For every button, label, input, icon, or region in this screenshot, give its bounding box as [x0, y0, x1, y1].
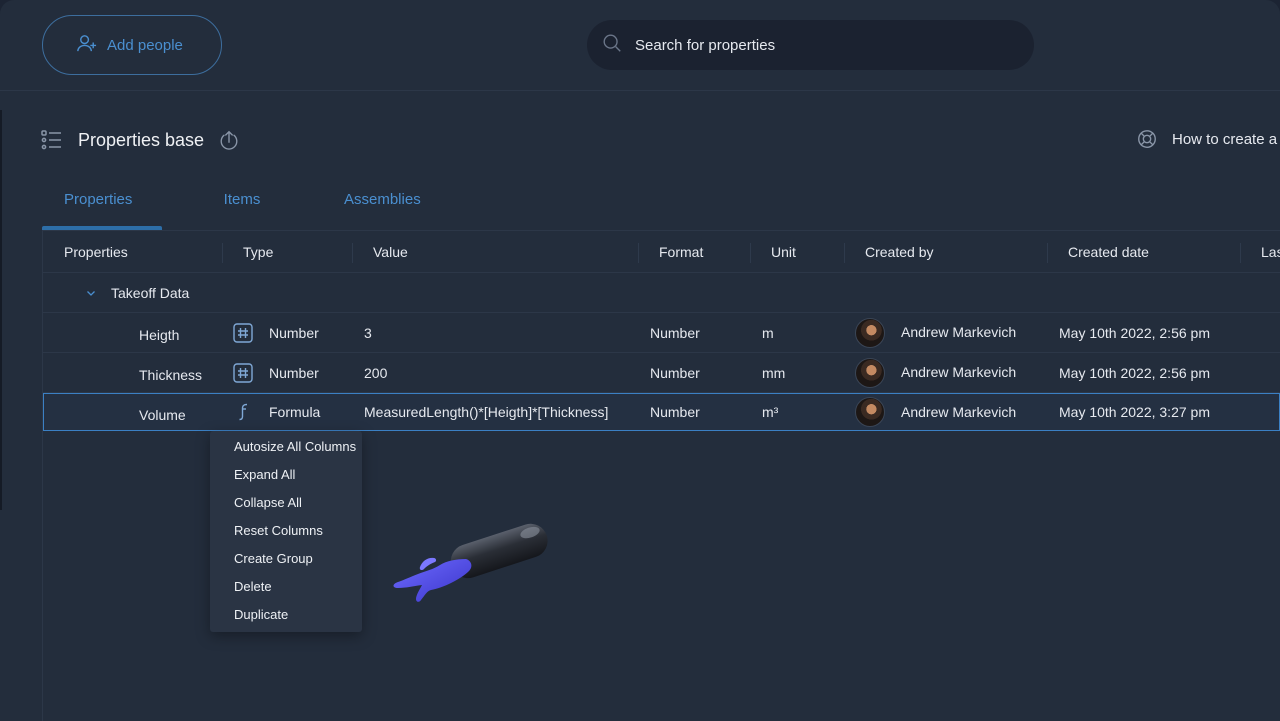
created-date: May 10th 2022, 2:56 pm — [1059, 325, 1210, 341]
table-header: Properties Type Value Format Unit Create… — [43, 231, 1280, 273]
property-value[interactable]: 3 — [364, 313, 372, 353]
property-value[interactable]: MeasuredLength()*[Heigth]*[Thickness] — [364, 392, 608, 432]
pointing-hand-cursor-icon — [393, 523, 548, 602]
tab-items[interactable]: Items — [162, 176, 322, 230]
property-format: Number — [650, 325, 700, 341]
column-separator[interactable] — [1047, 243, 1048, 263]
table-row-selected[interactable]: Volume Formula MeasuredLength()*[Heigth]… — [43, 393, 1280, 431]
add-people-button[interactable]: Add people — [42, 15, 222, 75]
avatar — [855, 358, 885, 388]
table-row[interactable]: Thickness Number 200 Number mm Andrew Ma… — [43, 353, 1280, 393]
column-separator[interactable] — [352, 243, 353, 263]
created-by: Andrew Markevich — [901, 364, 1017, 380]
tab-label: Items — [223, 191, 261, 208]
help-link-label: How to create a — [1172, 130, 1278, 148]
menu-item-create-group[interactable]: Create Group — [210, 545, 362, 573]
search-icon — [601, 32, 623, 59]
app-window: Add people Properties base — [0, 0, 1280, 721]
property-type: Number — [269, 325, 319, 341]
upload-icon[interactable] — [218, 129, 240, 151]
property-format: Number — [650, 365, 700, 381]
property-value[interactable]: 200 — [364, 353, 387, 393]
column-header-format[interactable]: Format — [659, 231, 703, 273]
column-separator[interactable] — [1240, 243, 1241, 263]
tab-bar: Properties Items Assemblies — [42, 176, 443, 230]
menu-item-delete[interactable]: Delete — [210, 573, 362, 601]
search-bar[interactable] — [587, 20, 1034, 70]
created-date: May 10th 2022, 3:27 pm — [1059, 404, 1210, 420]
group-label: Takeoff Data — [111, 284, 190, 301]
add-people-label: Add people — [107, 36, 183, 54]
add-user-icon — [75, 32, 98, 59]
avatar — [855, 397, 885, 427]
chevron-down-icon[interactable] — [85, 287, 97, 299]
property-unit: m — [762, 325, 774, 341]
search-input[interactable] — [635, 36, 995, 54]
list-icon — [41, 130, 61, 150]
menu-item-duplicate[interactable]: Duplicate — [210, 601, 362, 629]
lifebuoy-icon — [1138, 130, 1156, 148]
created-date: May 10th 2022, 2:56 pm — [1059, 365, 1210, 381]
menu-item-collapse-all[interactable]: Collapse All — [210, 489, 362, 517]
context-menu: Autosize All Columns Expand All Collapse… — [210, 431, 362, 632]
property-name: Thickness — [139, 367, 203, 383]
column-header-created-by[interactable]: Created by — [865, 231, 933, 273]
help-link[interactable]: How to create a — [1136, 128, 1277, 150]
created-by: Andrew Markevich — [901, 324, 1017, 340]
column-separator[interactable] — [844, 243, 845, 263]
column-header-created-date[interactable]: Created date — [1068, 231, 1149, 273]
tab-label: Properties — [64, 191, 133, 208]
property-unit: mm — [762, 365, 786, 381]
column-separator[interactable] — [638, 243, 639, 263]
hash-icon — [233, 363, 253, 383]
column-header-properties[interactable]: Properties — [64, 231, 128, 273]
property-type: Number — [269, 365, 319, 381]
property-name: Volume — [139, 407, 186, 423]
property-unit: m³ — [762, 404, 779, 420]
page-title: Properties base — [78, 129, 205, 150]
property-name: Heigth — [139, 327, 180, 343]
property-type: Formula — [269, 404, 321, 420]
created-by: Andrew Markevich — [901, 404, 1017, 420]
top-bar: Add people — [0, 0, 1280, 91]
column-separator[interactable] — [750, 243, 751, 263]
menu-item-reset-columns[interactable]: Reset Columns — [210, 517, 362, 545]
column-header-value[interactable]: Value — [373, 231, 408, 273]
column-separator[interactable] — [222, 243, 223, 263]
tab-label: Assemblies — [344, 191, 421, 208]
avatar — [855, 318, 885, 348]
column-header-unit[interactable]: Unit — [771, 231, 796, 273]
tab-properties[interactable]: Properties — [42, 176, 162, 230]
function-icon — [239, 403, 248, 421]
column-header-type[interactable]: Type — [243, 231, 273, 273]
property-format: Number — [650, 404, 700, 420]
menu-item-autosize-all-columns[interactable]: Autosize All Columns — [210, 433, 362, 461]
column-header-last[interactable]: Las — [1261, 231, 1280, 273]
menu-item-expand-all[interactable]: Expand All — [210, 461, 362, 489]
page-header: Properties base — [40, 124, 240, 156]
tab-assemblies[interactable]: Assemblies — [322, 176, 443, 230]
group-row[interactable]: Takeoff Data — [43, 273, 1280, 313]
left-edge — [0, 110, 2, 510]
table-row[interactable]: Heigth Number 3 Number m Andrew Markevic… — [43, 313, 1280, 353]
hash-icon — [233, 323, 253, 343]
